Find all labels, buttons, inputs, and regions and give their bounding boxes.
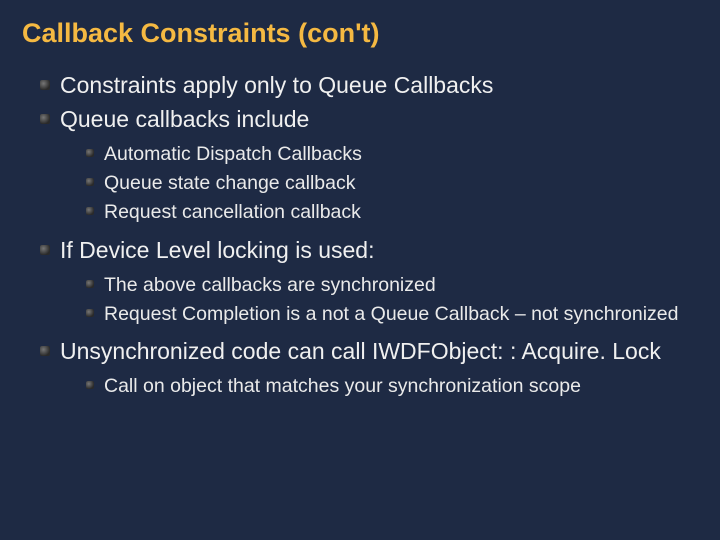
- bullet-list-level2: Automatic Dispatch Callbacks Queue state…: [60, 141, 696, 226]
- bullet-list-level2: Call on object that matches your synchro…: [60, 373, 696, 399]
- l1-text: If Device Level locking is used:: [60, 237, 375, 263]
- l2-item: Queue state change callback: [86, 170, 696, 196]
- l2-text: Request cancellation callback: [104, 201, 361, 223]
- l2-item: Automatic Dispatch Callbacks: [86, 141, 696, 167]
- l1-text: Queue callbacks include: [60, 106, 309, 132]
- l1-item: Unsynchronized code can call IWDFObject:…: [40, 337, 696, 399]
- l2-item: The above callbacks are synchronized: [86, 272, 696, 298]
- l1-item: Queue callbacks include Automatic Dispat…: [40, 105, 696, 226]
- l2-text: Request Completion is a not a Queue Call…: [104, 303, 679, 325]
- l2-item: Call on object that matches your synchro…: [86, 373, 696, 399]
- l1-text: Unsynchronized code can call IWDFObject:…: [60, 338, 661, 364]
- l1-text: Constraints apply only to Queue Callback…: [60, 72, 493, 98]
- bullet-list-level1: Constraints apply only to Queue Callback…: [20, 71, 696, 399]
- bullet-list-level2: The above callbacks are synchronized Req…: [60, 272, 696, 328]
- l1-item: If Device Level locking is used: The abo…: [40, 236, 696, 328]
- l1-item: Constraints apply only to Queue Callback…: [40, 71, 696, 101]
- slide-title: Callback Constraints (con't): [20, 18, 696, 49]
- l2-item: Request Completion is a not a Queue Call…: [86, 301, 696, 327]
- l2-text: Call on object that matches your synchro…: [104, 375, 581, 397]
- l2-text: Queue state change callback: [104, 172, 356, 194]
- l2-text: The above callbacks are synchronized: [104, 274, 436, 296]
- l2-item: Request cancellation callback: [86, 199, 696, 225]
- l2-text: Automatic Dispatch Callbacks: [104, 143, 362, 165]
- slide: Callback Constraints (con't) Constraints…: [0, 0, 720, 540]
